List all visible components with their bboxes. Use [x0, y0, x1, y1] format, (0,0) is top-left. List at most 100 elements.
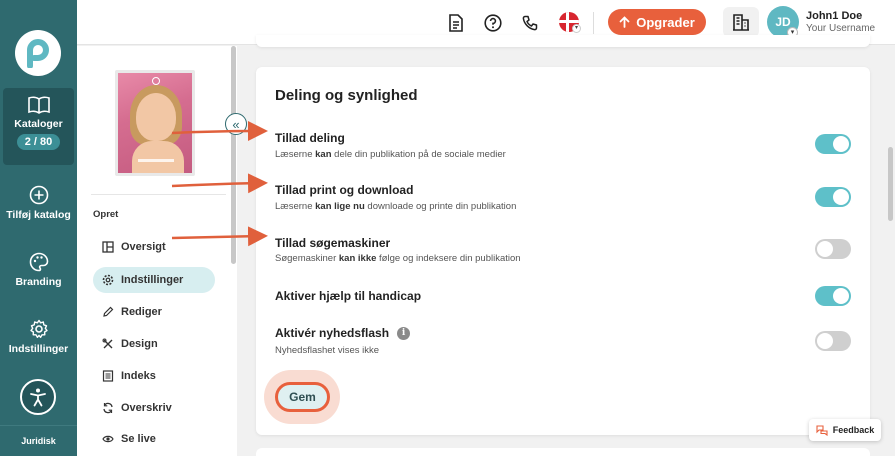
- subnav-label: Indeks: [121, 370, 156, 382]
- arrow-up-icon: [619, 16, 630, 28]
- double-chevron-left-icon: «: [232, 116, 240, 132]
- subnav-label: Indstillinger: [121, 274, 184, 286]
- catalog-count-badge: 2 / 80: [16, 134, 61, 150]
- main-sidebar: Kataloger 2 / 80 Tilføj katalog Branding…: [0, 0, 77, 456]
- logo-p-icon: [27, 39, 49, 68]
- subnav-item-se-live[interactable]: Se live: [93, 426, 215, 452]
- user-username: Your Username: [806, 23, 876, 34]
- rail-item-label: Branding: [15, 276, 62, 288]
- accessibility-button[interactable]: [20, 379, 56, 415]
- next-card: [256, 448, 870, 456]
- subnav-label: Rediger: [121, 306, 162, 318]
- gear-icon: [102, 274, 114, 286]
- subnav-item-rediger[interactable]: Rediger: [93, 299, 215, 325]
- desc-text: følge og indeksere din publikation: [376, 253, 521, 264]
- setting-title-newsflash: Aktivér nyhedsflash i: [275, 326, 411, 340]
- previous-card: [256, 35, 870, 47]
- rail-item-label: Kataloger: [14, 118, 63, 130]
- subnav-label: Overskriv: [121, 402, 172, 414]
- allow-print-download-toggle[interactable]: [815, 187, 851, 207]
- app-logo[interactable]: [15, 30, 61, 76]
- pencil-icon: [103, 306, 114, 317]
- setting-title: Aktiver hjælp til handicap: [275, 289, 422, 303]
- collapse-sidebar-button[interactable]: «: [225, 113, 247, 135]
- accessibility-help-toggle[interactable]: [815, 286, 851, 306]
- setting-description: Søgemaskiner kan ikke følge og indeksere…: [275, 253, 521, 264]
- rail-item-tilfoj-katalog[interactable]: Tilføj katalog: [0, 185, 77, 221]
- document-icon[interactable]: [446, 13, 466, 33]
- desc-text: downloade og printe din publikation: [364, 201, 517, 212]
- subnav-label: Se live: [121, 433, 156, 445]
- help-icon[interactable]: [483, 13, 503, 33]
- building-icon: [733, 14, 749, 31]
- setting-title: Tillad deling: [275, 131, 345, 145]
- desc-bold: kan: [315, 149, 332, 160]
- subnav-item-overskriv[interactable]: Overskriv: [93, 395, 215, 421]
- newsflash-toggle[interactable]: [815, 331, 851, 351]
- accessibility-icon: [30, 388, 46, 407]
- card-title: Deling og synlighed: [275, 87, 418, 104]
- subnav-item-indeks[interactable]: Indeks: [93, 363, 215, 389]
- catalog-cover-thumbnail[interactable]: [115, 70, 195, 176]
- user-name: John1 Doe: [806, 10, 863, 22]
- feedback-icon: [816, 424, 828, 436]
- toggle-knob: [833, 189, 849, 205]
- toggle-knob: [833, 288, 849, 304]
- toggle-knob: [817, 241, 833, 257]
- desc-text: Søgemaskiner: [275, 253, 339, 264]
- eye-icon: [102, 435, 114, 443]
- desc-text: dele din publikation på de sociale medie…: [331, 149, 506, 160]
- rail-item-label: Tilføj katalog: [6, 209, 71, 221]
- layout-icon: [102, 241, 114, 253]
- rail-divider: [0, 425, 77, 426]
- toggle-knob: [833, 136, 849, 152]
- subnav-label: Oversigt: [121, 241, 166, 253]
- setting-description: Nyhedsflashet vises ikke: [275, 345, 380, 356]
- gear-icon: [29, 319, 48, 338]
- main-scrollbar[interactable]: [888, 147, 893, 221]
- toggle-knob: [817, 333, 833, 349]
- subnav-item-design[interactable]: Design: [93, 331, 215, 357]
- allow-sharing-toggle[interactable]: [815, 134, 851, 154]
- list-icon: [102, 370, 114, 382]
- allow-search-engines-toggle[interactable]: [815, 239, 851, 259]
- plus-circle-icon: [29, 185, 48, 205]
- tools-icon: [102, 338, 113, 349]
- cover-face-shape: [136, 93, 176, 141]
- company-button[interactable]: [723, 7, 759, 37]
- topbar-divider: [593, 12, 594, 34]
- book-icon: [27, 96, 50, 114]
- subnav-item-oversigt[interactable]: Oversigt: [93, 234, 215, 260]
- chevron-down-icon: ▾: [572, 24, 581, 33]
- subnav-label: Design: [121, 338, 158, 350]
- sidebar-section-heading: Opret: [93, 209, 119, 220]
- refresh-icon: [103, 402, 113, 414]
- sidebar-scrollbar[interactable]: [231, 46, 236, 264]
- rail-item-label: Indstillinger: [8, 343, 69, 355]
- info-icon[interactable]: i: [397, 326, 411, 340]
- phone-icon[interactable]: [520, 13, 540, 33]
- setting-title: Tillad print og download: [275, 183, 414, 197]
- rail-item-kataloger[interactable]: Kataloger 2 / 80: [0, 96, 77, 150]
- cover-logo-mark: [152, 77, 160, 85]
- save-button[interactable]: Gem: [275, 382, 330, 412]
- desc-bold: kan lige nu: [315, 201, 365, 212]
- desc-text: Læserne: [275, 149, 316, 160]
- legal-link[interactable]: Juridisk: [0, 436, 77, 446]
- feedback-button[interactable]: Feedback: [809, 419, 881, 441]
- feedback-label: Feedback: [832, 425, 875, 435]
- setting-description: Læserne kan lige nu downloade og printe …: [275, 201, 516, 212]
- palette-icon: [29, 252, 48, 272]
- catalog-sidebar: Opret Oversigt Indstillinger Rediger Des…: [77, 46, 237, 456]
- rail-item-branding[interactable]: Branding: [0, 252, 77, 288]
- setting-description: Læserne kan dele din publikation på de s…: [275, 149, 506, 160]
- setting-title: Aktivér nyhedsflash: [275, 326, 390, 340]
- cover-text-line: [138, 159, 174, 162]
- rail-item-indstillinger[interactable]: Indstillinger: [0, 319, 77, 355]
- upgrade-button[interactable]: Opgrader: [608, 9, 706, 35]
- upgrade-label: Opgrader: [636, 14, 695, 30]
- subnav-item-indstillinger[interactable]: Indstillinger: [93, 267, 215, 293]
- setting-title: Tillad søgemaskiner: [275, 236, 391, 250]
- desc-text: Læserne: [275, 201, 316, 212]
- sharing-visibility-card: Deling og synlighed Tillad deling Læsern…: [256, 67, 870, 435]
